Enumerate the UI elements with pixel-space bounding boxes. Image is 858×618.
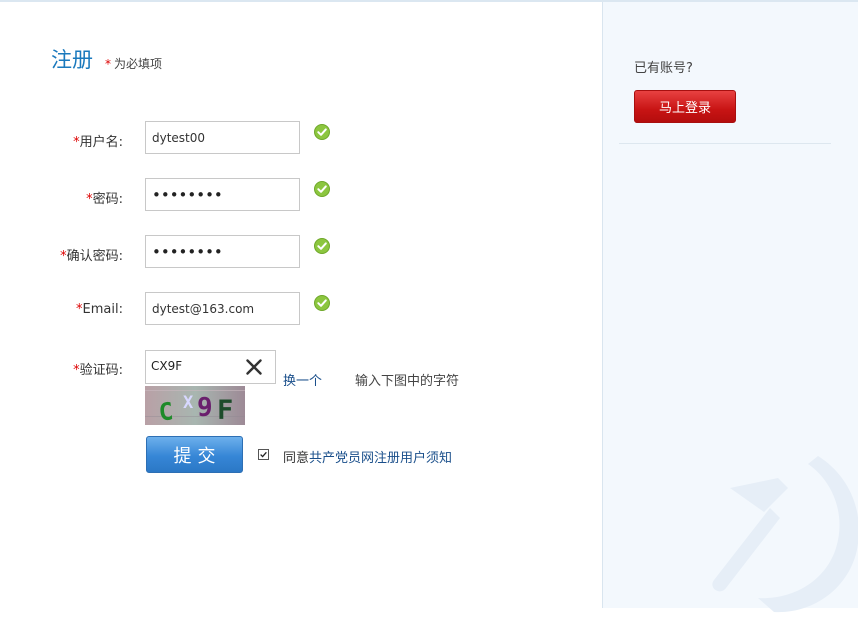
username-input[interactable] [145, 121, 300, 154]
svg-text:X: X [183, 393, 194, 413]
password-input[interactable] [145, 178, 300, 211]
captcha-input[interactable] [151, 359, 241, 373]
svg-text:9: 9 [197, 393, 213, 423]
required-note-text: 为必填项 [114, 57, 163, 71]
captcha-hint: 输入下图中的字符 [355, 374, 460, 389]
sidebar-divider [619, 143, 831, 144]
login-button[interactable]: 马上登录 [634, 90, 736, 123]
captcha-field [145, 350, 276, 384]
svg-text:F: F [217, 395, 233, 425]
valid-check-icon [314, 181, 330, 197]
required-note: * 为必填项 [105, 55, 162, 72]
captcha-label: *验证码: [73, 363, 123, 378]
valid-check-icon [314, 124, 330, 140]
valid-check-icon [314, 238, 330, 254]
page-title: 注册 [51, 48, 93, 72]
captcha-image[interactable]: C X 9 F [145, 386, 245, 425]
email-input[interactable] [145, 292, 300, 325]
register-panel: 注册 *为必填项 *用户名: *密码: *确认密码: *Email: *验证码:… [0, 2, 602, 608]
email-label: *Email: [76, 302, 123, 317]
svg-text:C: C [157, 397, 174, 425]
clear-icon[interactable] [245, 358, 263, 376]
refresh-captcha-link[interactable]: 换一个 [283, 370, 322, 389]
confirm-password-input[interactable] [145, 235, 300, 268]
username-label: *用户名: [73, 135, 123, 150]
agree-text: 同意共产党员网注册用户须知 [283, 451, 453, 466]
terms-link[interactable]: 共产党员网注册用户须知 [309, 451, 452, 466]
existing-account-label: 已有账号? [634, 61, 693, 76]
submit-button[interactable]: 提交 [146, 436, 243, 473]
valid-check-icon [314, 295, 330, 311]
agree-checkbox[interactable] [258, 449, 269, 460]
required-star: * [105, 57, 111, 71]
password-label: *密码: [86, 192, 123, 207]
party-emblem-watermark-icon [712, 456, 858, 613]
confirm-password-label: *确认密码: [60, 249, 123, 264]
